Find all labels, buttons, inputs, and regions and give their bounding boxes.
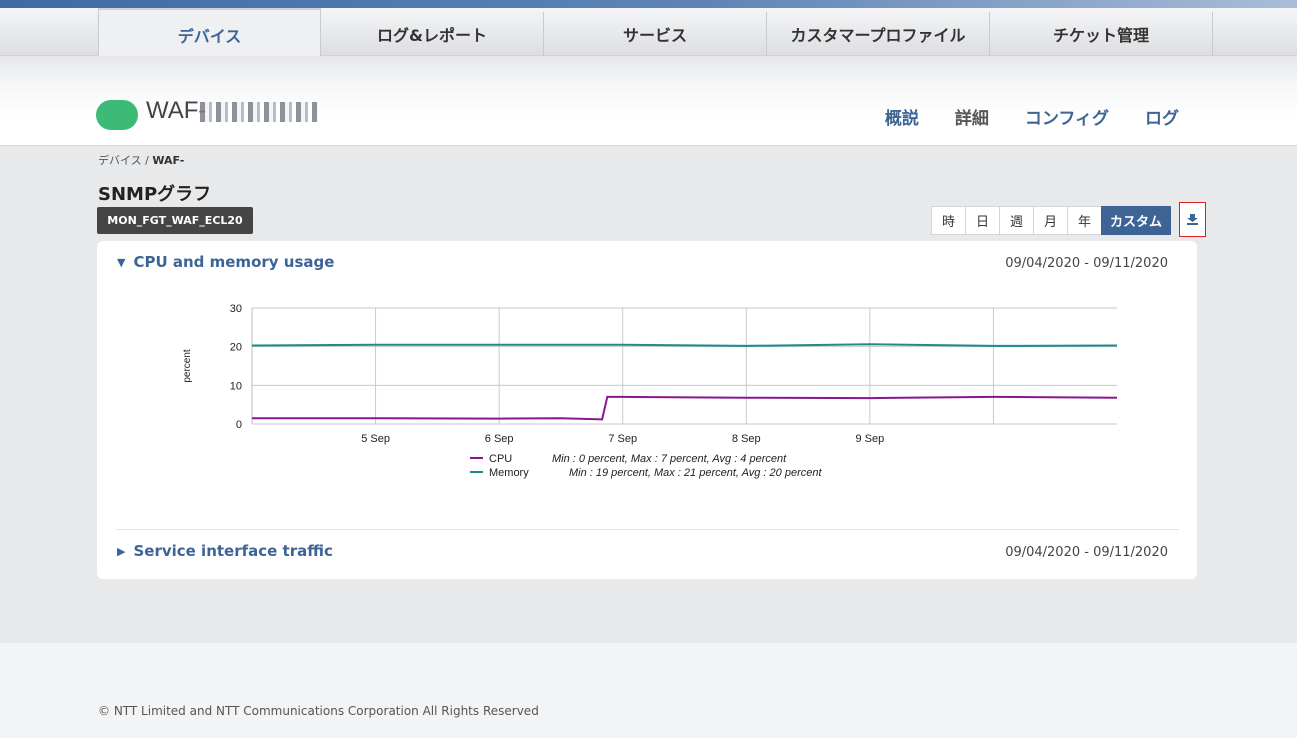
monitor-tag-button[interactable]: MON_FGT_WAF_ECL20 [97, 207, 253, 234]
tab-logs-reports[interactable]: ログ&レポート [321, 12, 544, 56]
footer: © NTT Limited and NTT Communications Cor… [0, 643, 1297, 738]
section-cpu-memory-date: 09/04/2020 - 09/11/2020 [1005, 256, 1168, 271]
device-subnav: 概説 詳細 コンフィグ ログ [885, 104, 1179, 129]
y-tick-label: 20 [230, 342, 242, 354]
range-month-button[interactable]: 月 [1033, 206, 1068, 235]
subnav-details[interactable]: 詳細 [955, 104, 989, 129]
y-tick-label: 10 [230, 380, 242, 392]
range-day-button[interactable]: 日 [965, 206, 1000, 235]
subnav-overview[interactable]: 概説 [885, 104, 919, 129]
breadcrumb-root[interactable]: デバイス [98, 154, 142, 167]
copyright-text: © NTT Limited and NTT Communications Cor… [98, 704, 539, 718]
x-tick-label: 9 Sep [855, 433, 884, 445]
y-axis-label: percent [182, 349, 193, 383]
series-line-memory [251, 343, 1118, 347]
x-tick-label: 8 Sep [732, 433, 761, 445]
breadcrumb: デバイス / WAF- [98, 152, 184, 168]
x-tick-label: 6 Sep [485, 433, 514, 445]
tab-devices[interactable]: デバイス [98, 8, 321, 56]
y-tick-label: 0 [236, 419, 242, 431]
series-line-cpu [252, 395, 1118, 421]
tab-ticket-management[interactable]: チケット管理 [990, 12, 1213, 56]
x-tick-label: 7 Sep [608, 433, 637, 445]
section-cpu-memory-header[interactable]: ▼ CPU and memory usage [117, 253, 334, 271]
top-accent-bar [0, 0, 1297, 8]
page-title: SNMPグラフ [98, 184, 212, 205]
download-icon [1187, 214, 1198, 225]
y-tick-label: 30 [230, 303, 242, 315]
breadcrumb-current: WAF- [152, 154, 185, 167]
range-week-button[interactable]: 週 [999, 206, 1034, 235]
range-year-button[interactable]: 年 [1067, 206, 1102, 235]
range-hour-button[interactable]: 時 [931, 206, 966, 235]
caret-right-icon: ▶ [117, 544, 126, 558]
main-nav: デバイス ログ&レポート サービス カスタマープロファイル チケット管理 [0, 8, 1297, 56]
cpu-memory-chart: 0 10 20 30 5 Sep 6 Sep 7 Sep 8 Sep 9 Sep percent… [182, 303, 1118, 479]
legend-name-memory: Memory [489, 467, 529, 479]
section-cpu-memory-title: CPU and memory usage [133, 253, 335, 271]
time-range-selector: 時 日 週 月 年 カスタム [931, 206, 1172, 235]
device-header: WAF- 概説 詳細 コンフィグ ログ [0, 56, 1297, 146]
legend-stats-cpu: Min : 0 percent, Max : 7 percent, Avg : … [552, 453, 787, 465]
redacted-device-id [200, 102, 318, 122]
download-button[interactable] [1179, 202, 1206, 237]
section-interface-traffic-header[interactable]: ▶ Service interface traffic [117, 542, 333, 560]
tab-customer-profile[interactable]: カスタマープロファイル [767, 12, 990, 56]
section-interface-traffic-title: Service interface traffic [133, 542, 333, 560]
x-tick-label: 5 Sep [361, 433, 390, 445]
range-custom-button[interactable]: カスタム [1101, 206, 1172, 235]
subnav-log[interactable]: ログ [1145, 104, 1179, 129]
tab-services[interactable]: サービス [544, 12, 767, 56]
legend-stats-memory: Min : 19 percent, Max : 21 percent, Avg … [569, 467, 822, 479]
breadcrumb-separator: / [145, 154, 149, 167]
device-status-indicator [96, 100, 138, 130]
section-interface-traffic-date: 09/04/2020 - 09/11/2020 [1005, 545, 1168, 560]
legend-name-cpu: CPU [489, 453, 512, 465]
caret-down-icon: ▼ [117, 255, 126, 269]
device-name: WAF- [146, 97, 207, 124]
section-divider [116, 529, 1179, 530]
subnav-config[interactable]: コンフィグ [1025, 104, 1109, 129]
